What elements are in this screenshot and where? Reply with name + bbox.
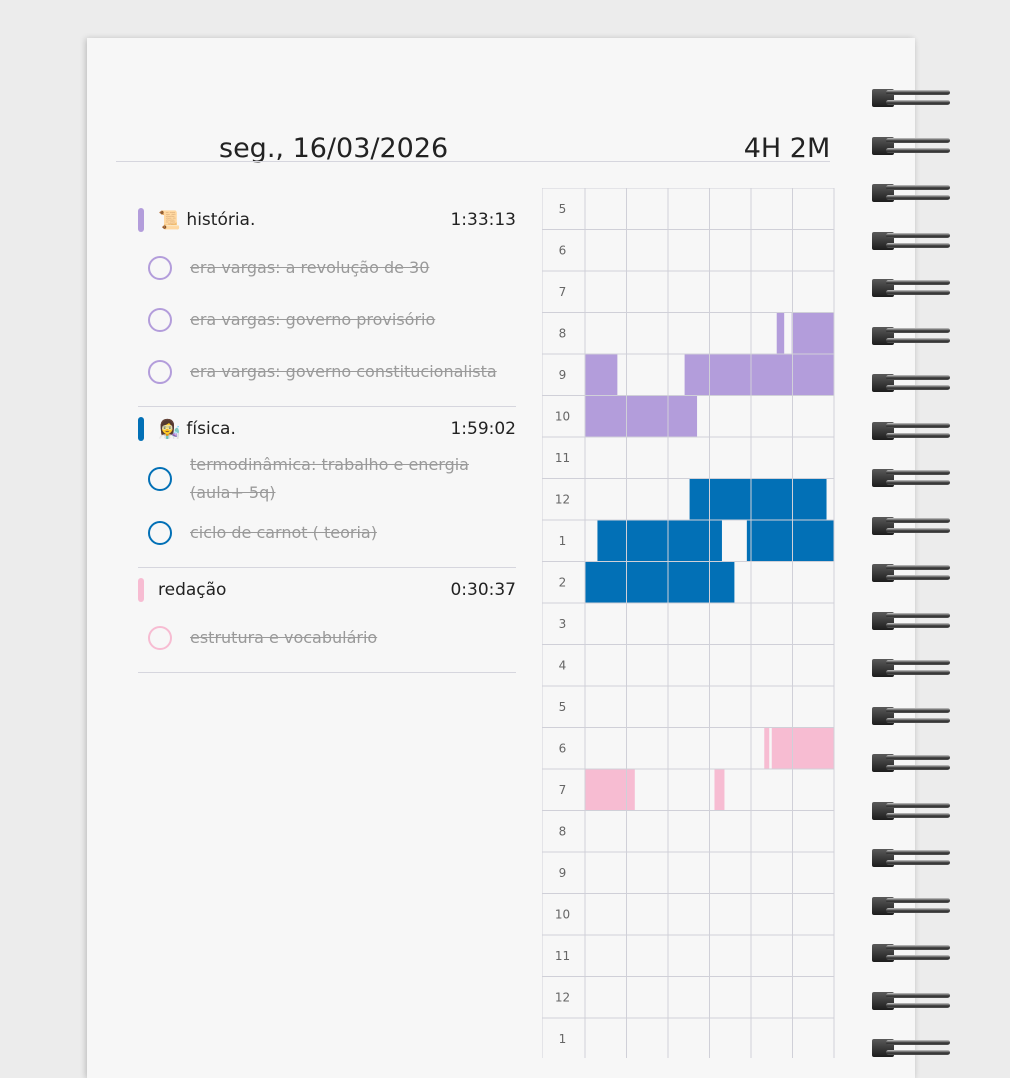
subject-header[interactable]: redação 0:30:37 <box>138 568 516 612</box>
subject-time: 1:33:13 <box>450 210 516 230</box>
task-checkbox[interactable] <box>148 626 172 650</box>
subject-color-bar <box>138 417 144 441</box>
task-item[interactable]: estrutura e vocabulário <box>138 612 516 664</box>
subject-header[interactable]: 📜 história. 1:33:13 <box>138 198 516 242</box>
hour-label: 6 <box>559 243 567 257</box>
hour-label: 12 <box>555 990 570 1004</box>
subject-group: 👩‍🔬 física. 1:59:02 termodinâmica: trabalho… <box>138 407 516 568</box>
spiral-ring <box>872 562 952 584</box>
spiral-ring <box>872 705 952 727</box>
task-label: era vargas: governo constitucionalista <box>190 362 497 381</box>
task-item[interactable]: termodinâmica: trabalho e energia (aula+… <box>138 451 516 507</box>
hour-label: 3 <box>559 617 567 631</box>
timeline-grid: 5 6 7 8 9 10 11 12 1 2 3 4 5 6 7 8 9 10 11 12 1 <box>542 188 837 1058</box>
hour-label: 5 <box>559 700 567 714</box>
study-block <box>597 520 722 562</box>
hour-label: 5 <box>559 202 567 216</box>
hour-label: 10 <box>555 907 570 921</box>
study-block <box>771 727 834 769</box>
scroll-emoji-icon: 📜 <box>158 209 181 231</box>
subject-time: 0:30:37 <box>450 580 516 600</box>
subject-time: 1:59:02 <box>450 419 516 439</box>
spiral-ring <box>872 515 952 537</box>
hour-label: 1 <box>559 1032 567 1046</box>
subject-header[interactable]: 👩‍🔬 física. 1:59:02 <box>138 407 516 451</box>
study-block <box>764 727 770 769</box>
study-block <box>689 478 827 520</box>
spiral-ring <box>872 372 952 394</box>
study-block <box>746 520 834 562</box>
task-item[interactable]: era vargas: a revolução de 30 <box>138 242 516 294</box>
hour-label: 9 <box>559 866 567 880</box>
spiral-ring <box>872 230 952 252</box>
date-title: seg., 16/03/2026 <box>219 133 449 164</box>
spiral-ring <box>872 752 952 774</box>
spiral-ring <box>872 420 952 442</box>
notebook-page: seg., 16/03/2026 4H 2M 📜 história. 1:33:13… <box>87 38 915 1078</box>
hour-label: 10 <box>555 409 570 423</box>
spiral-ring <box>872 895 952 917</box>
task-item[interactable]: ciclo de carnot ( teoria) <box>138 507 516 559</box>
task-item[interactable]: era vargas: governo provisório <box>138 294 516 346</box>
spiral-ring <box>872 942 952 964</box>
hour-label: 9 <box>559 368 567 382</box>
spiral-ring <box>872 277 952 299</box>
hour-label: 8 <box>559 326 567 340</box>
hour-label: 11 <box>555 451 570 465</box>
study-block <box>776 312 785 354</box>
study-block <box>791 312 834 354</box>
study-block <box>585 769 635 811</box>
spiral-ring <box>872 657 952 679</box>
study-block <box>585 354 618 396</box>
total-study-time: 4H 2M <box>743 133 831 164</box>
study-block <box>585 395 698 437</box>
hour-label: 12 <box>555 492 570 506</box>
hour-label: 4 <box>559 658 567 672</box>
scientist-emoji-icon: 👩‍🔬 <box>158 418 181 440</box>
spiral-ring <box>872 467 952 489</box>
study-block <box>714 769 725 811</box>
hour-label: 7 <box>559 783 567 797</box>
hour-label: 1 <box>559 534 567 548</box>
task-checkbox[interactable] <box>148 467 172 491</box>
hour-label: 6 <box>559 741 567 755</box>
hour-label: 11 <box>555 949 570 963</box>
spiral-ring <box>872 800 952 822</box>
task-label: termodinâmica: trabalho e energia (aula+… <box>190 455 469 502</box>
subject-group: redação 0:30:37 estrutura e vocabulário <box>138 568 516 673</box>
subject-divider <box>138 672 516 673</box>
hour-label: 7 <box>559 285 567 299</box>
task-label: estrutura e vocabulário <box>190 628 378 647</box>
subject-name: história. <box>186 210 256 230</box>
spiral-ring <box>872 610 952 632</box>
spiral-ring <box>872 87 952 109</box>
subject-name: redação <box>158 580 227 600</box>
spiral-ring <box>872 325 952 347</box>
task-checkbox[interactable] <box>148 521 172 545</box>
subject-group: 📜 história. 1:33:13 era vargas: a revolução… <box>138 198 516 407</box>
task-label: era vargas: governo provisório <box>190 310 436 329</box>
spiral-ring <box>872 135 952 157</box>
task-label: ciclo de carnot ( teoria) <box>190 523 377 542</box>
task-item[interactable]: era vargas: governo constitucionalista <box>138 346 516 398</box>
spiral-ring <box>872 990 952 1012</box>
task-checkbox[interactable] <box>148 308 172 332</box>
subject-name: física. <box>186 419 236 439</box>
hour-label: 8 <box>559 824 567 838</box>
task-checkbox[interactable] <box>148 256 172 280</box>
subject-color-bar <box>138 208 144 232</box>
task-checkbox[interactable] <box>148 360 172 384</box>
spiral-ring <box>872 182 952 204</box>
study-block <box>585 561 735 603</box>
hour-label: 2 <box>559 575 567 589</box>
subject-color-bar <box>138 578 144 602</box>
study-block <box>684 354 834 396</box>
subject-list: 📜 história. 1:33:13 era vargas: a revolução… <box>138 198 516 673</box>
task-label: era vargas: a revolução de 30 <box>190 258 430 277</box>
spiral-ring <box>872 847 952 869</box>
header-divider <box>116 161 830 162</box>
